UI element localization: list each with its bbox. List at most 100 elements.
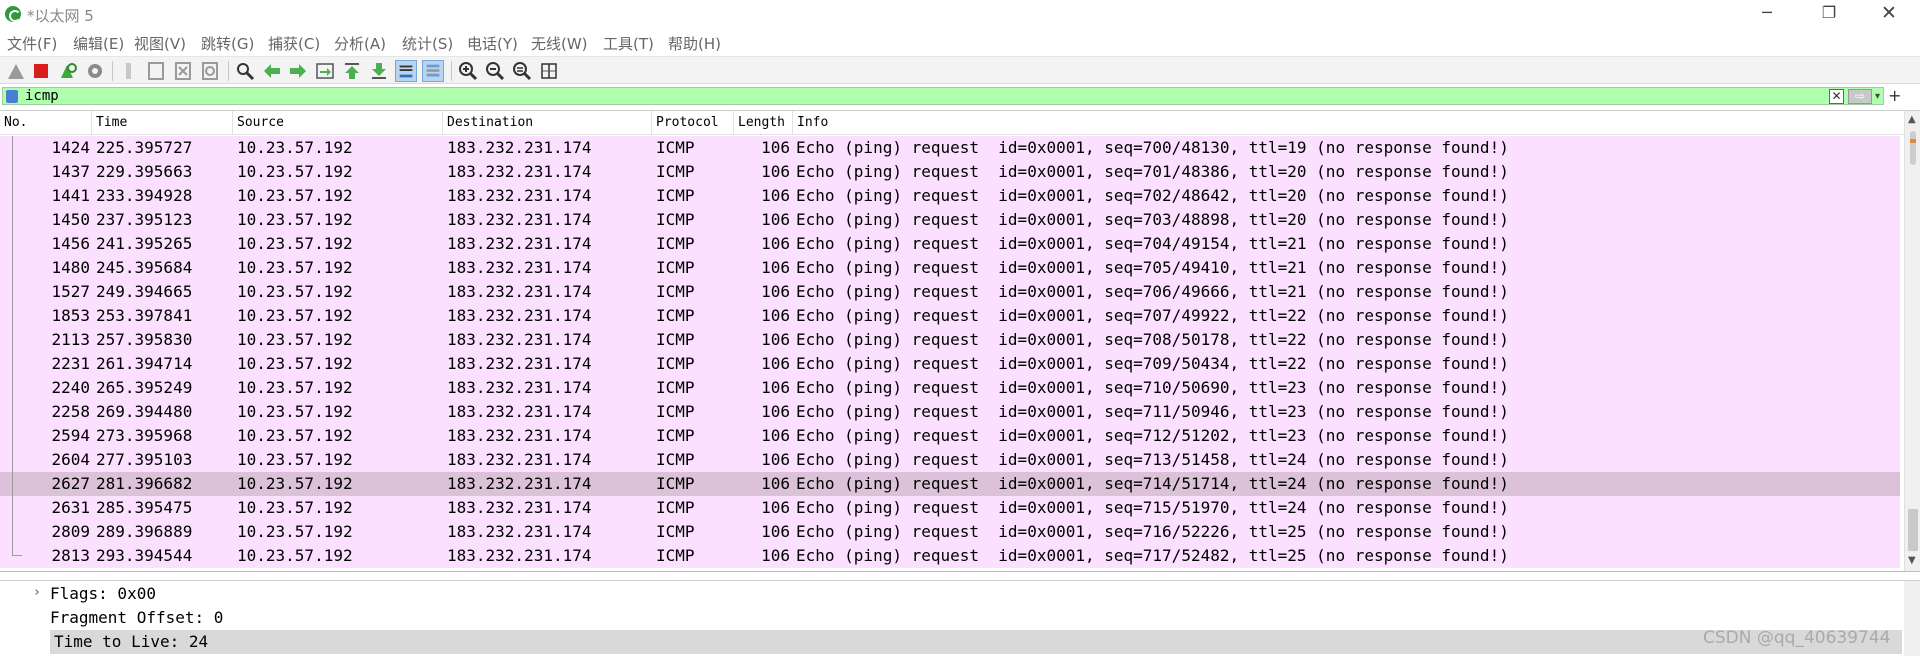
packet-length: 106 [761, 498, 790, 517]
bookmark-icon[interactable] [6, 90, 18, 103]
find-packet-icon[interactable] [234, 60, 256, 82]
go-back-icon[interactable] [261, 60, 283, 82]
packet-length: 106 [761, 138, 790, 157]
packet-source: 10.23.57.192 [237, 522, 353, 541]
menu-file[interactable]: 文件(F) [7, 33, 57, 54]
save-file-icon[interactable] [145, 60, 167, 82]
detail-time-to-live[interactable]: Time to Live: 24 [50, 630, 1902, 654]
packet-row[interactable]: 2627 281.396682 10.23.57.192 183.232.231.17… [0, 472, 1900, 496]
normal-size-icon[interactable] [511, 60, 533, 82]
column-header-info[interactable]: Info [793, 111, 1904, 135]
packet-row[interactable]: 1450 237.395123 10.23.57.192 183.232.231.17… [0, 208, 1900, 232]
packet-source: 10.23.57.192 [237, 498, 353, 517]
packet-info: Echo (ping) request id=0x0001, seq=700/4… [796, 138, 1509, 157]
zoom-out-icon[interactable] [484, 60, 506, 82]
menu-telephony[interactable]: 电话(Y) [467, 33, 518, 54]
menu-capture[interactable]: 捕获(C) [268, 33, 320, 54]
menu-help[interactable]: 帮助(H) [668, 33, 721, 54]
packet-details-pane: › Flags: 0x00 Fragment Offset: 0 Time to… [0, 580, 1920, 656]
add-filter-button-icon[interactable]: + [1888, 86, 1901, 105]
resize-columns-icon[interactable] [538, 60, 560, 82]
packet-length: 106 [761, 426, 790, 445]
detail-flags[interactable]: Flags: 0x00 [50, 582, 156, 606]
packet-list-scrollbar[interactable]: ▲ ▼ [1904, 111, 1920, 571]
packet-row[interactable]: 2240 265.395249 10.23.57.192 183.232.231.17… [0, 376, 1900, 400]
last-packet-icon[interactable] [368, 60, 390, 82]
menu-view[interactable]: 视图(V) [134, 33, 186, 54]
colorize-icon[interactable] [422, 60, 444, 82]
packet-row[interactable]: 1527 249.394665 10.23.57.192 183.232.231.17… [0, 280, 1900, 304]
packet-row[interactable]: 1480 245.395684 10.23.57.192 183.232.231.17… [0, 256, 1900, 280]
capture-options-icon[interactable] [84, 60, 106, 82]
go-to-packet-icon[interactable] [314, 60, 336, 82]
zoom-in-icon[interactable] [457, 60, 479, 82]
maximize-button[interactable]: ❐ [1806, 0, 1852, 28]
filter-dropdown-icon[interactable]: ▾ [1875, 91, 1880, 102]
packet-row[interactable]: 2604 277.395103 10.23.57.192 183.232.231.17… [0, 448, 1900, 472]
packet-info: Echo (ping) request id=0x0001, seq=714/5… [796, 474, 1509, 493]
column-header-source[interactable]: Source [233, 111, 443, 135]
clear-filter-icon[interactable]: ✕ [1829, 89, 1844, 104]
scrollbar-thumb[interactable] [1908, 509, 1918, 551]
watermark: CSDN @qq_40639744 [1703, 628, 1891, 648]
packet-row[interactable]: 2231 261.394714 10.23.57.192 183.232.231.17… [0, 352, 1900, 376]
restart-capture-icon[interactable] [57, 60, 79, 82]
column-header-time[interactable]: Time [92, 111, 233, 135]
packet-destination: 183.232.231.174 [447, 210, 592, 229]
packet-row[interactable]: 1424 225.395727 10.23.57.192 183.232.231.17… [0, 136, 1900, 160]
minimize-button[interactable]: ─ [1744, 0, 1790, 28]
packet-source: 10.23.57.192 [237, 354, 353, 373]
column-header-destination[interactable]: Destination [443, 111, 652, 135]
packet-row[interactable]: 2813 293.394544 10.23.57.192 183.232.231.17… [0, 544, 1900, 568]
display-filter-input[interactable]: icmp ✕ ⇨ ▾ [2, 87, 1884, 105]
packet-destination: 183.232.231.174 [447, 378, 592, 397]
details-scrollbar[interactable] [1904, 581, 1920, 656]
packet-source: 10.23.57.192 [237, 234, 353, 253]
packet-destination: 183.232.231.174 [447, 450, 592, 469]
column-header-length[interactable]: Length [734, 111, 793, 135]
packet-row[interactable]: 2631 285.395475 10.23.57.192 183.232.231.17… [0, 496, 1900, 520]
menu-statistics[interactable]: 统计(S) [402, 33, 453, 54]
packet-time: 289.396889 [96, 522, 193, 541]
close-file-icon[interactable] [172, 60, 194, 82]
stop-capture-icon[interactable] [30, 60, 52, 82]
packet-source: 10.23.57.192 [237, 210, 353, 229]
start-capture-icon[interactable] [5, 60, 27, 82]
packet-row[interactable]: 2809 289.396889 10.23.57.192 183.232.231.17… [0, 520, 1900, 544]
first-packet-icon[interactable] [341, 60, 363, 82]
packet-row[interactable]: 2113 257.395830 10.23.57.192 183.232.231.17… [0, 328, 1900, 352]
packet-info: Echo (ping) request id=0x0001, seq=701/4… [796, 162, 1509, 181]
packet-info: Echo (ping) request id=0x0001, seq=703/4… [796, 210, 1509, 229]
auto-scroll-icon[interactable] [395, 60, 417, 82]
packet-no: 2231 [51, 354, 90, 373]
packet-no: 1527 [51, 282, 90, 301]
expand-flags-icon[interactable]: › [33, 585, 41, 600]
packet-row[interactable]: 1456 241.395265 10.23.57.192 183.232.231.17… [0, 232, 1900, 256]
scroll-up-icon[interactable]: ▲ [1908, 114, 1916, 125]
close-button[interactable]: ✕ [1866, 0, 1912, 28]
menu-edit[interactable]: 编辑(E) [73, 33, 124, 54]
packet-protocol: ICMP [656, 258, 695, 277]
scroll-down-icon[interactable]: ▼ [1908, 555, 1916, 566]
packet-length: 106 [761, 546, 790, 565]
packet-protocol: ICMP [656, 234, 695, 253]
packet-row[interactable]: 2594 273.395968 10.23.57.192 183.232.231.17… [0, 424, 1900, 448]
menu-analyze[interactable]: 分析(A) [334, 33, 386, 54]
detail-fragment-offset[interactable]: Fragment Offset: 0 [50, 606, 223, 630]
packet-no: 1437 [51, 162, 90, 181]
apply-filter-icon[interactable]: ⇨ [1848, 89, 1872, 104]
column-header-no[interactable]: No. [0, 111, 92, 135]
go-forward-icon[interactable] [287, 60, 309, 82]
menu-go[interactable]: 跳转(G) [201, 33, 254, 54]
packet-time: 253.397841 [96, 306, 193, 325]
menu-tools[interactable]: 工具(T) [603, 33, 654, 54]
column-header-protocol[interactable]: Protocol [652, 111, 734, 135]
packet-row[interactable]: 1853 253.397841 10.23.57.192 183.232.231.17… [0, 304, 1900, 328]
display-filter-bar: icmp ✕ ⇨ ▾ + [0, 86, 1920, 106]
menu-wireless[interactable]: 无线(W) [531, 33, 588, 54]
packet-row[interactable]: 1437 229.395663 10.23.57.192 183.232.231.17… [0, 160, 1900, 184]
packet-row[interactable]: 2258 269.394480 10.23.57.192 183.232.231.17… [0, 400, 1900, 424]
open-file-icon[interactable] [118, 60, 140, 82]
reload-file-icon[interactable] [199, 60, 221, 82]
packet-row[interactable]: 1441 233.394928 10.23.57.192 183.232.231.17… [0, 184, 1900, 208]
